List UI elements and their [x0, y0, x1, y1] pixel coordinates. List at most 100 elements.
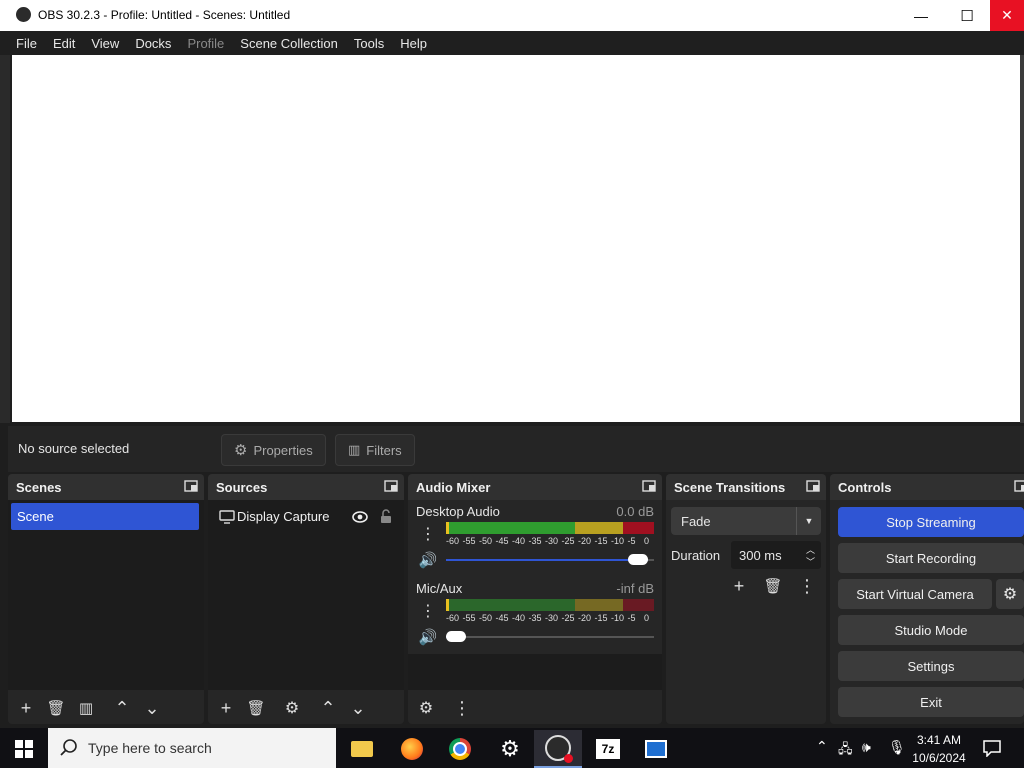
db-tick-label: -25 — [561, 613, 575, 623]
taskbar-clock[interactable]: 3:41 AM 10/6/2024 — [906, 731, 972, 767]
channel-menu-icon[interactable]: ⋮ — [416, 522, 440, 546]
menu-edit[interactable]: Edit — [45, 36, 83, 51]
move-down-icon[interactable]: ⌄ — [140, 696, 164, 720]
filters-button[interactable]: ▥ Filters — [335, 434, 415, 466]
transition-select[interactable]: Fade ▼ — [671, 507, 821, 535]
menu-view[interactable]: View — [83, 36, 127, 51]
menu-tools[interactable]: Tools — [346, 36, 392, 51]
maximize-button[interactable]: ☐ — [944, 0, 990, 31]
preview-canvas[interactable] — [12, 55, 1020, 422]
start-virtual-camera-button[interactable]: Start Virtual Camera — [838, 579, 992, 609]
menu-help[interactable]: Help — [392, 36, 435, 51]
virtual-camera-settings-gear-icon[interactable]: ⚙ — [996, 579, 1024, 609]
network-icon[interactable]: 🖧 — [838, 740, 853, 762]
file-explorer-icon[interactable] — [338, 730, 386, 768]
scenes-dock-header: Scenes — [8, 474, 204, 500]
add-source-icon[interactable]: + — [214, 696, 238, 720]
transition-menu-icon[interactable]: ⋮ — [795, 574, 819, 598]
db-tick-label: -55 — [462, 536, 476, 546]
source-properties-icon[interactable]: ⚙ — [280, 696, 304, 720]
undock-icon[interactable] — [642, 480, 656, 492]
settings-app-icon[interactable]: ⚙ — [486, 730, 534, 768]
start-recording-button[interactable]: Start Recording — [838, 543, 1024, 573]
slider-handle[interactable] — [446, 631, 466, 642]
db-tick-label: -25 — [561, 536, 575, 546]
db-tick-label: -60 — [446, 613, 460, 623]
db-tick-label: -30 — [545, 536, 559, 546]
microphone-icon[interactable]: 🎙 — [888, 739, 906, 756]
close-button[interactable]: ✕ — [990, 0, 1024, 31]
preview-left-gutter — [0, 55, 10, 423]
undock-icon[interactable] — [184, 480, 198, 492]
exit-button[interactable]: Exit — [838, 687, 1024, 717]
move-down-icon[interactable]: ⌄ — [346, 696, 370, 720]
volume-slider[interactable] — [446, 631, 654, 643]
stop-streaming-button[interactable]: Stop Streaming — [838, 507, 1024, 537]
add-scene-icon[interactable]: + — [14, 696, 38, 720]
trash-icon[interactable]: 🗑 — [244, 696, 268, 720]
menu-file[interactable]: File — [0, 36, 45, 51]
duration-spinbox[interactable]: 300 ms ︿ ﹀ — [731, 541, 821, 569]
show-hidden-icons-chevron-icon[interactable]: ⌃ — [816, 738, 828, 755]
scene-transitions-dock: Scene Transitions Fade ▼ Duration 300 ms… — [666, 474, 826, 724]
lock-icon[interactable] — [380, 509, 392, 524]
minimize-button[interactable]: — — [898, 0, 944, 31]
settings-button[interactable]: Settings — [838, 651, 1024, 681]
slider-handle[interactable] — [627, 554, 648, 565]
properties-button[interactable]: ⚙ Properties — [221, 434, 326, 466]
audio-mixer-title: Audio Mixer — [416, 480, 491, 495]
trash-icon[interactable]: 🗑 — [44, 696, 68, 720]
trash-icon[interactable]: 🗑 — [761, 574, 785, 598]
decrement-icon[interactable]: ﹀ — [806, 555, 815, 568]
undock-icon[interactable] — [384, 480, 398, 492]
gear-icon: ⚙ — [234, 442, 248, 459]
app-window-icon[interactable] — [632, 730, 680, 768]
search-placeholder: Type here to search — [88, 740, 212, 756]
db-tick-label: 0 — [644, 613, 650, 623]
menu-docks[interactable]: Docks — [127, 36, 179, 51]
menu-scene-collection[interactable]: Scene Collection — [232, 36, 346, 51]
scene-name: Scene — [17, 509, 54, 524]
audio-mixer-header: Audio Mixer — [408, 474, 662, 500]
preview-scrollbar[interactable] — [1020, 55, 1024, 423]
obs-taskbar-icon[interactable] — [534, 730, 582, 768]
mixer-menu-icon[interactable]: ⋮ — [450, 696, 474, 720]
peak-indicator — [446, 599, 449, 611]
duration-label: Duration — [671, 548, 721, 563]
channel-meter: -60 -55 -50 -45 -40 -35 -30 -25 -20 -15 -10 -5 0 — [446, 522, 654, 547]
firefox-icon[interactable] — [388, 730, 436, 768]
add-transition-icon[interactable]: + — [727, 574, 751, 598]
audio-mixer-toolbar: ⚙ ⋮ — [408, 692, 662, 724]
scenes-toolbar: + 🗑 ▥ ⌃ ⌄ — [8, 692, 204, 724]
notifications-icon[interactable] — [983, 739, 1001, 757]
scenes-title: Scenes — [16, 480, 62, 495]
source-list-item[interactable]: Display Capture — [211, 503, 399, 530]
move-up-icon[interactable]: ⌃ — [316, 696, 340, 720]
menu-profile[interactable]: Profile — [179, 36, 232, 51]
7zip-icon[interactable]: 7z — [584, 730, 632, 768]
taskbar-search-box[interactable]: Type here to search — [48, 728, 336, 768]
db-tick-label: -35 — [528, 613, 542, 623]
speaker-icon[interactable]: 🔊 — [416, 625, 440, 649]
channel-menu-icon[interactable]: ⋮ — [416, 599, 440, 623]
advanced-audio-gear-icon[interactable]: ⚙ — [414, 696, 438, 720]
db-tick-label: -15 — [594, 536, 608, 546]
move-up-icon[interactable]: ⌃ — [110, 696, 134, 720]
db-tick-label: -40 — [512, 536, 526, 546]
eye-icon[interactable] — [352, 511, 368, 523]
volume-slider[interactable] — [446, 554, 654, 566]
scene-filters-icon[interactable]: ▥ — [74, 696, 98, 720]
db-tick-label: -5 — [627, 613, 636, 623]
undock-icon[interactable] — [1014, 480, 1024, 492]
db-tick-label: -40 — [512, 613, 526, 623]
scene-list-item[interactable]: Scene — [11, 503, 199, 530]
volume-icon[interactable]: 🕪 — [862, 739, 871, 756]
meter-zone — [574, 599, 623, 611]
scenes-dock: Scenes Scene + 🗑 ▥ ⌃ ⌄ — [8, 474, 204, 724]
level-meter — [446, 599, 654, 611]
speaker-icon[interactable]: 🔊 — [416, 548, 440, 572]
chrome-icon[interactable] — [436, 730, 484, 768]
windows-start-icon[interactable] — [15, 740, 33, 758]
undock-icon[interactable] — [806, 480, 820, 492]
studio-mode-button[interactable]: Studio Mode — [838, 615, 1024, 645]
